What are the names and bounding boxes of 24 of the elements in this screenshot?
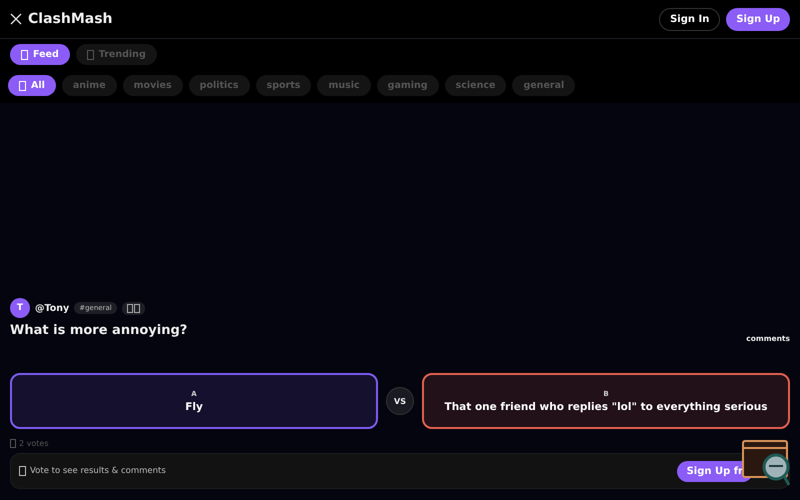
category-chip[interactable]: general xyxy=(512,75,576,96)
view-tab[interactable]: Feed xyxy=(10,44,70,65)
browser-search-icon xyxy=(742,440,790,486)
category-chip[interactable]: All xyxy=(8,75,56,96)
category-chip[interactable]: science xyxy=(444,75,506,96)
sign-in-button[interactable]: Sign In xyxy=(659,8,720,30)
vote-prompt-text: Vote to see results & comments xyxy=(30,466,166,476)
category-chip[interactable]: gaming xyxy=(376,75,439,96)
vote-count: 2 votes xyxy=(19,439,48,448)
question-title: What is more annoying? xyxy=(10,323,188,338)
author-name: @Tony xyxy=(35,302,70,314)
sign-up-button[interactable]: Sign Up xyxy=(726,8,790,30)
avatar: T xyxy=(10,298,30,318)
category-chip[interactable]: music xyxy=(317,75,371,96)
glyph-icon xyxy=(122,302,145,314)
vs-badge: VS xyxy=(386,387,414,415)
glyph-icon xyxy=(10,439,16,448)
view-tab[interactable]: Trending xyxy=(76,44,157,65)
glyph-icon xyxy=(19,466,26,476)
category-chip[interactable]: sports xyxy=(256,75,312,96)
category-chip[interactable]: politics xyxy=(188,75,250,96)
app-logo: ClashMash xyxy=(28,11,112,27)
category-chip[interactable]: anime xyxy=(62,75,117,96)
category-chip[interactable]: movies xyxy=(122,75,183,96)
